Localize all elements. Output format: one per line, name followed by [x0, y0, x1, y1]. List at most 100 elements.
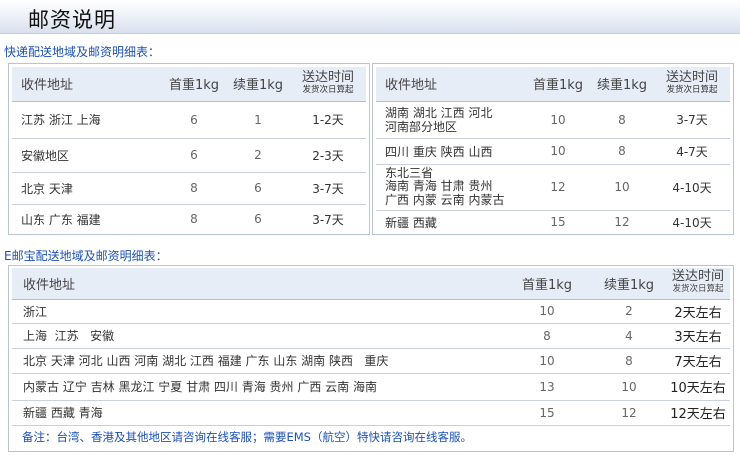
address-cell: 四川 重庆 陕西 山西 [376, 138, 526, 165]
header-delivery-time: 送达时间 发货次日算起 [666, 268, 730, 300]
table-header-row: 收件地址 首重1kg 续重1kg 送达时间 发货次日算起 [12, 268, 730, 300]
first-weight-cell: 10 [526, 138, 590, 165]
delivery-time-cell: 3-7天 [654, 101, 730, 139]
table-row: 安徽地区 6 2 2-3天 [12, 138, 366, 173]
header-extra-weight: 续重1kg [590, 67, 654, 102]
header-first-weight: 首重1kg [502, 268, 592, 300]
table-row: 江苏 浙江 上海 6 1 1-2天 [12, 101, 366, 139]
ems-section-title: E邮宝配送地域及邮资明细表： [4, 249, 168, 263]
ems-frame: 收件地址 首重1kg 续重1kg 送达时间 发货次日算起 浙江 10 2 2天左… [8, 265, 734, 452]
address-line: 广西 内蒙 云南 内蒙古 [385, 192, 505, 207]
address-cell: 湖南 湖北 江西 河北 河南部分地区 [376, 101, 526, 139]
first-weight-cell: 8 [190, 212, 198, 227]
extra-weight-cell: 2 [226, 138, 290, 173]
address-line: 海南 青海 甘肃 贵州 [385, 179, 493, 194]
address-line: 河南部分地区 [385, 119, 458, 134]
extra-weight-cell: 10 [592, 373, 666, 401]
extra-weight-cell: 2 [592, 299, 666, 324]
address-cell: 上海 江苏 安徽 [12, 323, 502, 349]
header-time-label: 送达时间 [671, 269, 724, 285]
first-weight-cell: 6 [162, 138, 226, 173]
header-first-weight: 首重1kg [162, 67, 226, 102]
first-weight-cell: 15 [550, 215, 566, 230]
table-row: 浙江 10 2 2天左右 [12, 299, 730, 324]
table-row: 新疆 西藏 青海 15 12 12天左右 [12, 400, 730, 426]
page-title: 邮资说明 [28, 8, 116, 32]
table-row: 北京 天津 河北 山西 河南 湖北 江西 福建 广东 山东 湖南 陕西 重庆 1… [12, 348, 730, 374]
address-line: 四川 重庆 陕西 山西 [385, 144, 493, 159]
address-cell: 东北三省 海南 青海 甘肃 贵州 广西 内蒙 云南 内蒙古 [376, 164, 526, 211]
delivery-time-cell: 7天左右 [666, 348, 730, 374]
delivery-time-cell: 4-10天 [672, 215, 712, 230]
address-cell: 新疆 西藏 青海 [12, 400, 502, 426]
table-row: 上海 江苏 安徽 8 4 3天左右 [12, 323, 730, 349]
header-time-label: 送达时间 [665, 69, 718, 85]
table-header-row: 收件地址 首重1kg 续重1kg 送达时间 发货次日算起 [376, 67, 730, 102]
address-cell: 北京 天津 [12, 172, 162, 205]
delivery-time-cell: 3-7天 [312, 212, 344, 227]
header-extra-weight: 续重1kg [226, 67, 290, 102]
delivery-time-cell: 12天左右 [666, 400, 730, 426]
delivery-time-cell: 2天左右 [666, 299, 730, 324]
note-text: 备注：台湾、香港及其他地区请咨询在线客服；需要EMS（航空）特快请咨询在线客服。 [22, 430, 472, 445]
first-weight-cell: 13 [502, 373, 592, 401]
first-weight-cell: 6 [162, 101, 226, 139]
address-cell: 安徽地区 [12, 138, 162, 173]
page-header: 邮资说明 [0, 0, 740, 34]
header-time-note: 发货次日算起 [672, 284, 724, 295]
table-row: 山东 广东 福建 8 6 3-7天 [12, 204, 366, 234]
header-delivery-time: 送达时间 发货次日算起 [290, 67, 366, 102]
header-time-note: 发货次日算起 [302, 84, 354, 95]
extra-weight-cell: 8 [590, 101, 654, 139]
express-left-table: 收件地址 首重1kg 续重1kg 送达时间 发货次日算起 江苏 浙江 上海 6 … [12, 67, 366, 234]
address-cell: 江苏 浙江 上海 [12, 101, 162, 139]
ems-table: 收件地址 首重1kg 续重1kg 送达时间 发货次日算起 浙江 10 2 2天左… [12, 268, 730, 449]
extra-weight-cell: 8 [590, 138, 654, 165]
extra-weight-cell: 6 [254, 212, 262, 227]
extra-weight-cell: 12 [614, 215, 630, 230]
delivery-time-cell: 2-3天 [290, 138, 366, 173]
address-cell: 山东 广东 福建 [21, 212, 101, 227]
table-row: 内蒙古 辽宁 吉林 黑龙江 宁夏 甘肃 四川 青海 贵州 广西 云南 海南 13… [12, 373, 730, 401]
delivery-time-cell: 4-10天 [654, 164, 730, 211]
express-section-title: 快递配送地域及邮资明细表： [4, 45, 161, 59]
header-address: 收件地址 [12, 67, 162, 102]
table-row: 新疆 西藏 15 12 4-10天 [376, 210, 730, 234]
table-row: 四川 重庆 陕西 山西 10 8 4-7天 [376, 138, 730, 165]
address-cell: 浙江 [12, 299, 502, 324]
header-address: 收件地址 [12, 268, 502, 300]
extra-weight-cell: 10 [590, 164, 654, 211]
express-right-frame: 收件地址 首重1kg 续重1kg 送达时间 发货次日算起 湖南 湖北 江西 河北… [372, 63, 734, 235]
first-weight-cell: 15 [502, 400, 592, 426]
table-row: 湖南 湖北 江西 河北 河南部分地区 10 8 3-7天 [376, 101, 730, 139]
header-delivery-time: 送达时间 发货次日算起 [654, 67, 730, 102]
extra-weight-cell: 12 [592, 400, 666, 426]
header-time-note: 发货次日算起 [666, 84, 718, 95]
delivery-time-cell: 3天左右 [666, 323, 730, 349]
table-row: 东北三省 海南 青海 甘肃 贵州 广西 内蒙 云南 内蒙古 12 10 4-10… [376, 164, 730, 211]
extra-weight-cell: 6 [226, 172, 290, 205]
table-row: 北京 天津 8 6 3-7天 [12, 172, 366, 205]
express-left-frame: 收件地址 首重1kg 续重1kg 送达时间 发货次日算起 江苏 浙江 上海 6 … [8, 63, 370, 235]
table-header-row: 收件地址 首重1kg 续重1kg 送达时间 发货次日算起 [12, 67, 366, 102]
extra-weight-cell: 4 [592, 323, 666, 349]
delivery-time-cell: 3-7天 [290, 172, 366, 205]
extra-weight-cell: 8 [592, 348, 666, 374]
header-address: 收件地址 [376, 67, 526, 102]
address-line: 湖南 湖北 江西 河北 [385, 105, 493, 120]
first-weight-cell: 10 [502, 348, 592, 374]
note-row: 备注：台湾、香港及其他地区请咨询在线客服；需要EMS（航空）特快请咨询在线客服。 [12, 425, 730, 449]
address-cell: 内蒙古 辽宁 吉林 黑龙江 宁夏 甘肃 四川 青海 贵州 广西 云南 海南 [12, 373, 502, 401]
first-weight-cell: 8 [502, 323, 592, 349]
first-weight-cell: 8 [162, 172, 226, 205]
first-weight-cell: 10 [502, 299, 592, 324]
extra-weight-cell: 1 [226, 101, 290, 139]
address-line: 新疆 西藏 [385, 215, 437, 230]
first-weight-cell: 10 [526, 101, 590, 139]
address-cell: 新疆 西藏 [376, 210, 526, 234]
first-weight-cell: 12 [526, 164, 590, 211]
express-right-table: 收件地址 首重1kg 续重1kg 送达时间 发货次日算起 湖南 湖北 江西 河北… [376, 67, 730, 234]
header-first-weight: 首重1kg [526, 67, 590, 102]
address-cell: 北京 天津 河北 山西 河南 湖北 江西 福建 广东 山东 湖南 陕西 重庆 [12, 348, 502, 374]
delivery-time-cell: 4-7天 [654, 138, 730, 165]
